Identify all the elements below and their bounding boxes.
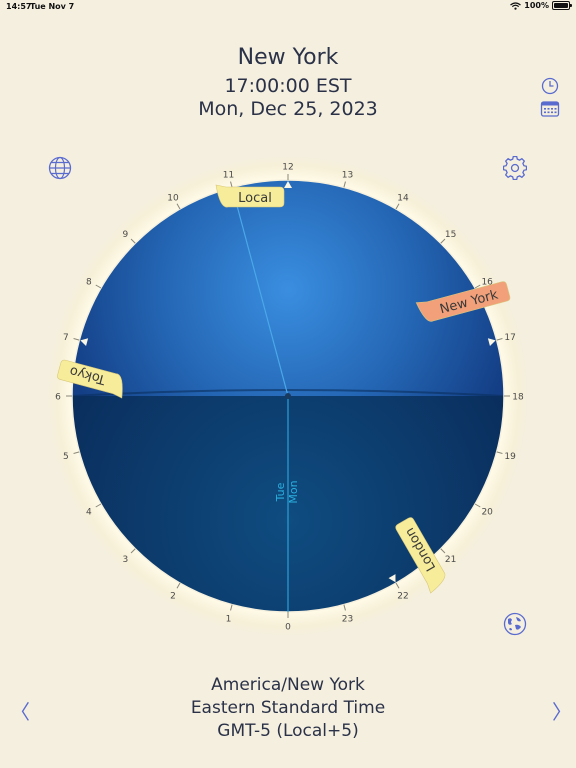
hour-label: 8 (86, 278, 92, 288)
hour-label: 5 (63, 452, 69, 462)
hour-label: 0 (285, 623, 291, 633)
marker-label: Local (238, 191, 272, 206)
hour-label: 4 (86, 508, 92, 518)
previous-zone-button[interactable]: 〈 (10, 696, 30, 725)
day-label-next: Tue (274, 482, 287, 502)
hour-label: 2 (170, 592, 176, 602)
hour-label: 14 (397, 193, 409, 203)
world-clock-dial[interactable]: 01234567891011121314151617181920212223 T… (0, 0, 576, 768)
hour-label: 6 (55, 393, 61, 403)
hour-label: 21 (445, 555, 456, 565)
next-zone-button[interactable]: 〉 (552, 696, 572, 725)
hour-label: 9 (122, 230, 128, 240)
hour-label: 19 (504, 452, 516, 462)
hour-label: 13 (342, 170, 353, 180)
hour-label: 23 (342, 615, 353, 625)
marker-bubble: Local (215, 184, 285, 208)
hour-label: 22 (397, 592, 408, 602)
hour-label: 11 (223, 170, 234, 180)
hour-label: 1 (226, 615, 232, 625)
hour-label: 18 (512, 393, 524, 403)
dial-center (285, 393, 291, 399)
hour-label: 10 (167, 193, 179, 203)
day-label-current: Mon (287, 480, 300, 503)
hour-label: 7 (63, 333, 69, 343)
hour-label: 20 (481, 508, 493, 518)
timezone-name: Eastern Standard Time (190, 698, 386, 718)
hour-label: 17 (504, 333, 515, 343)
timezone-id: America/New York (211, 675, 365, 695)
hour-label: 15 (445, 230, 456, 240)
hour-label: 12 (282, 163, 293, 173)
hour-label: 3 (122, 555, 128, 565)
timezone-offset: GMT-5 (Local+5) (217, 721, 359, 741)
